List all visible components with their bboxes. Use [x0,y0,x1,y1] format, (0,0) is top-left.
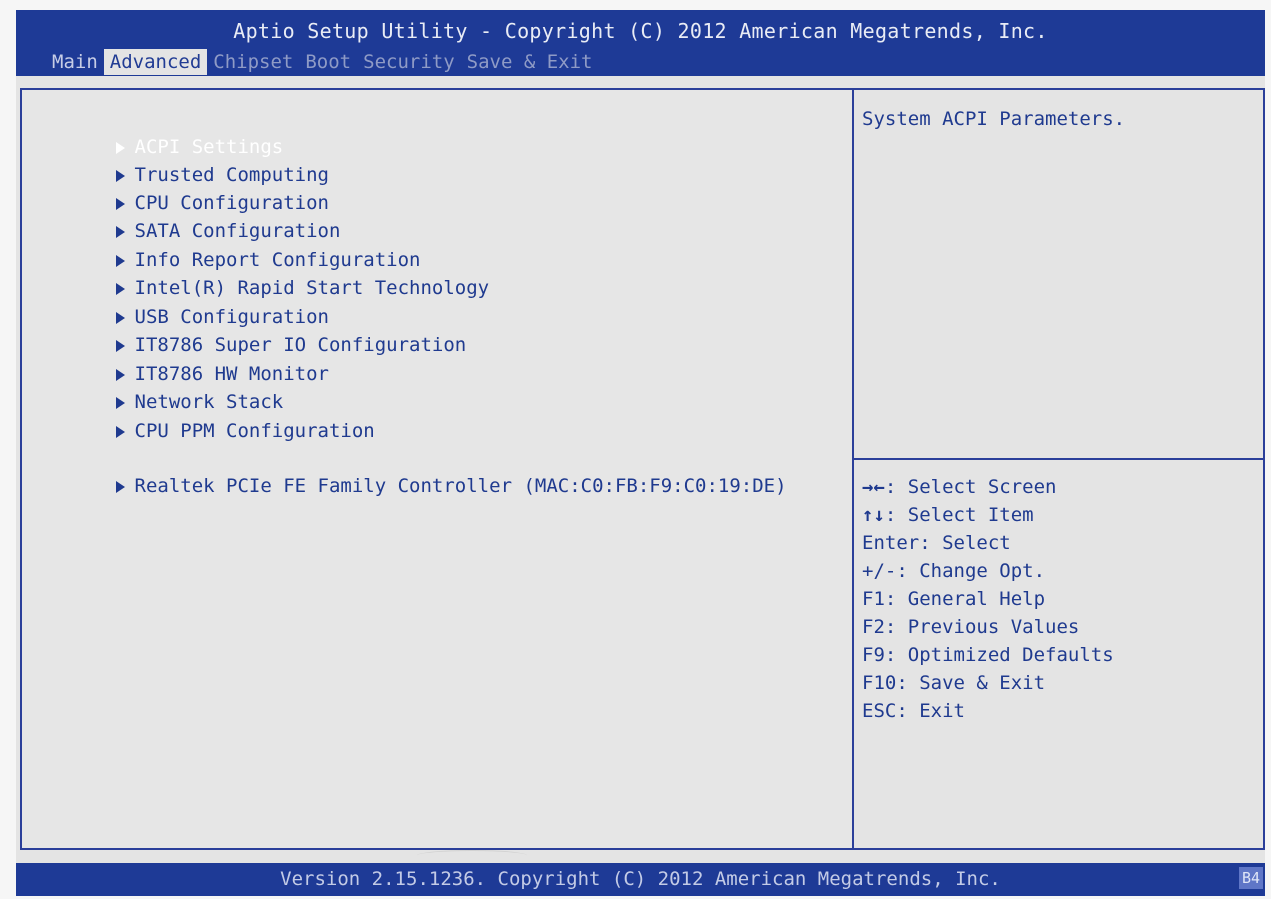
menu-pane: ACPI Settings Trusted Computing CPU Conf… [22,90,852,851]
menu-item-acpi-settings[interactable]: ACPI Settings [24,108,283,158]
menu-item-label: CPU PPM Configuration [134,420,375,442]
status-bar: Version 2.15.1236. Copyright (C) 2012 Am… [16,863,1265,896]
tab-chipset[interactable]: Chipset [207,49,299,75]
bios-screen: Aptio Setup Utility - Copyright (C) 2012… [16,10,1265,896]
menu-item-cpu-ppm-configuration[interactable]: CPU PPM Configuration [24,392,375,442]
menu-item-trusted-computing[interactable]: Trusted Computing [24,136,329,186]
tab-save-exit[interactable]: Save & Exit [461,49,599,75]
submenu-arrow-icon [115,481,125,493]
key-hint-select-screen: →←: Select Screen [862,474,1056,500]
submenu-arrow-icon [115,426,125,438]
title-bar: Aptio Setup Utility - Copyright (C) 2012… [16,10,1265,76]
menu-item-cpu-configuration[interactable]: CPU Configuration [24,164,329,214]
screen-glare [417,850,527,861]
key-hint-f1: F1: General Help [862,588,1046,610]
help-divider [854,458,1263,460]
menu-item-hw-monitor[interactable]: IT8786 HW Monitor [24,335,329,385]
key-hint-change-opt: +/-: Change Opt. [862,560,1046,582]
left-right-arrows-icon: →← [862,476,885,498]
menu-item-info-report-configuration[interactable]: Info Report Configuration [24,221,421,271]
key-hint-f10: F10: Save & Exit [862,672,1046,694]
key-hint-text: : Select Item [884,504,1034,526]
menu-item-usb-configuration[interactable]: USB Configuration [24,278,329,328]
title-text: Aptio Setup Utility - Copyright (C) 2012… [233,19,1048,43]
tab-bar: Main Advanced Chipset Boot Security Save… [46,49,598,75]
menu-item-label: Realtek PCIe FE Family Controller (MAC:C… [134,475,787,497]
up-down-arrows-icon: ↑↓ [862,504,885,526]
tab-main[interactable]: Main [46,49,104,75]
menu-item-realtek-controller[interactable]: Realtek PCIe FE Family Controller (MAC:C… [24,447,787,497]
key-hint-esc: ESC: Exit [862,700,965,722]
version-text: Version 2.15.1236. Copyright (C) 2012 Am… [280,868,1001,890]
key-hint-enter: Enter: Select [862,532,1011,554]
tab-boot[interactable]: Boot [299,49,357,75]
key-hint-text: : Select Screen [884,476,1057,498]
key-hint-select-item: ↑↓: Select Item [862,502,1034,528]
key-hint-f2: F2: Previous Values [862,616,1080,638]
help-description: System ACPI Parameters. [862,108,1126,130]
menu-item-network-stack[interactable]: Network Stack [24,363,283,413]
tab-advanced[interactable]: Advanced [103,49,208,75]
main-frame: ACPI Settings Trusted Computing CPU Conf… [20,88,1265,851]
menu-item-sata-configuration[interactable]: SATA Configuration [24,192,340,242]
key-hint-f9: F9: Optimized Defaults [862,644,1114,666]
menu-item-intel-rapid-start[interactable]: Intel(R) Rapid Start Technology [24,249,489,299]
menu-item-super-io-configuration[interactable]: IT8786 Super IO Configuration [24,306,466,356]
tab-security[interactable]: Security [357,49,461,75]
pane-divider [852,90,854,848]
post-code-badge: B4 [1238,867,1263,889]
